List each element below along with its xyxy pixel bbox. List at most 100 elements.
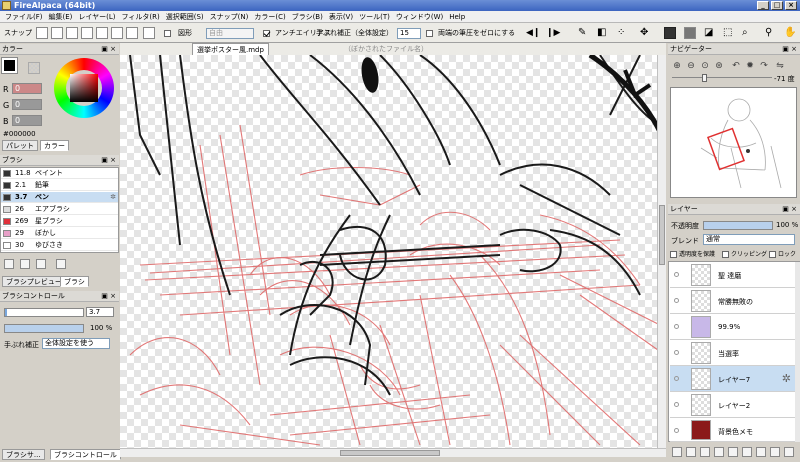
visibility-toggle[interactable]: [674, 428, 679, 433]
layer-row[interactable]: 当選率: [670, 340, 795, 366]
zero-pressure-checkbox[interactable]: [426, 29, 433, 37]
lasso-tool-icon[interactable]: ⌕: [742, 26, 748, 40]
document-tab-active[interactable]: 選挙ポスター風.mdp: [192, 43, 269, 55]
close-button[interactable]: ×: [785, 1, 797, 10]
rotate-reset-icon[interactable]: ✹: [744, 60, 756, 72]
brush-item[interactable]: 11.8 ペイント: [1, 168, 118, 179]
snap-off-icon[interactable]: [36, 27, 48, 39]
lock-toggle[interactable]: ロック: [769, 249, 796, 258]
panel-pin-close-icon[interactable]: ▣ ×: [782, 204, 797, 215]
zoom-in-icon[interactable]: ⊕: [671, 60, 683, 72]
g-value-field[interactable]: 0: [12, 99, 42, 110]
menu-snap[interactable]: スナップ(N): [207, 12, 252, 22]
maximize-button[interactable]: □: [771, 1, 783, 10]
zoom-fit-icon[interactable]: ⊙: [699, 60, 711, 72]
foreground-color-swatch[interactable]: [1, 57, 18, 74]
menu-file[interactable]: ファイル(F): [2, 12, 46, 22]
rotation-slider-thumb[interactable]: [702, 74, 707, 82]
protect-alpha-toggle[interactable]: 透明度を保護: [670, 249, 715, 258]
snap-curve-icon[interactable]: [111, 27, 123, 39]
antialias-checkbox[interactable]: [263, 29, 270, 37]
brush-item[interactable]: 29 ぼかし: [1, 228, 118, 239]
transparent-color-swatch[interactable]: [28, 62, 40, 74]
brush-item[interactable]: 30 ゆびさき: [1, 240, 118, 251]
shape-toggle[interactable]: [164, 26, 173, 40]
visibility-toggle[interactable]: [674, 298, 679, 303]
brush-item-active[interactable]: 3.7 ペン ✲: [1, 192, 118, 203]
panel-pin-close-icon[interactable]: ▣ ×: [782, 44, 797, 55]
visibility-toggle[interactable]: [674, 350, 679, 355]
brush-size-value[interactable]: 3.7: [86, 307, 114, 317]
saturation-square[interactable]: [70, 74, 98, 102]
vertical-scrollbar[interactable]: [657, 55, 666, 448]
menu-layer[interactable]: レイヤー(L): [75, 12, 118, 22]
zoom-actual-icon[interactable]: ⊛: [713, 60, 725, 72]
visibility-toggle[interactable]: [674, 272, 679, 277]
brush-folder-icon[interactable]: [20, 259, 30, 269]
hand-tool-icon[interactable]: ✋: [784, 26, 796, 40]
rotate-right-icon[interactable]: ↷: [758, 60, 770, 72]
snap-radial-icon[interactable]: [81, 27, 93, 39]
fill-rect-icon[interactable]: [664, 27, 676, 39]
brush-size-slider[interactable]: [4, 308, 84, 317]
snap-3d-icon[interactable]: [126, 27, 138, 39]
antialias-toggle[interactable]: [263, 26, 272, 40]
menu-tool[interactable]: ツール(T): [356, 12, 393, 22]
navigator-preview[interactable]: [670, 87, 797, 198]
flip-horizontal-icon[interactable]: ⇋: [774, 60, 786, 72]
shape-select[interactable]: 自由: [206, 26, 254, 40]
clear-layer-icon[interactable]: [756, 447, 766, 457]
gear-icon[interactable]: ✲: [110, 192, 116, 203]
panel-pin-close-icon[interactable]: ▣ ×: [101, 291, 116, 302]
shape-checkbox[interactable]: [164, 29, 171, 37]
zoom-out-icon[interactable]: ⊖: [685, 60, 697, 72]
horizontal-scroll-thumb[interactable]: [340, 450, 440, 456]
drawing-canvas[interactable]: [120, 55, 666, 448]
eraser-tool-icon[interactable]: ◧: [597, 26, 606, 40]
select-tool-icon[interactable]: ⬚: [723, 26, 732, 40]
tab-brush[interactable]: ブラシ: [60, 276, 89, 287]
menu-selection[interactable]: 選択範囲(S): [163, 12, 207, 22]
zero-pressure-toggle[interactable]: [426, 26, 435, 40]
minimize-button[interactable]: _: [757, 1, 769, 10]
layer-row-active[interactable]: レイヤー7 ✲: [670, 366, 795, 392]
tab-brush-preview[interactable]: ブラシプレビュー: [2, 276, 66, 287]
layer-scrollbar[interactable]: [795, 262, 800, 442]
merge-down-icon[interactable]: [742, 447, 752, 457]
layer-row[interactable]: 聖 達磨: [670, 262, 795, 288]
layer-row[interactable]: レイヤー2: [670, 392, 795, 418]
rotation-slider[interactable]: [672, 74, 772, 83]
visibility-toggle[interactable]: [674, 402, 679, 407]
duplicate-layer-icon[interactable]: [728, 447, 738, 457]
trash-icon[interactable]: [770, 447, 780, 457]
horizontal-scrollbar[interactable]: [120, 448, 666, 457]
snap-parallel-icon[interactable]: [51, 27, 63, 39]
panel-pin-close-icon[interactable]: ▣ ×: [101, 44, 116, 55]
bucket-tool-icon[interactable]: ◪: [704, 26, 713, 40]
snap-settings-icon[interactable]: [143, 27, 155, 39]
brush-item[interactable]: 2.1 鉛筆: [1, 180, 118, 191]
trash-icon[interactable]: [56, 259, 66, 269]
brush-stabilizer-select[interactable]: 全体設定を使う: [42, 338, 110, 349]
stabilizer-select[interactable]: 15: [397, 26, 421, 40]
vertical-scroll-thumb[interactable]: [659, 205, 665, 265]
search-icon[interactable]: ⚲: [765, 26, 772, 40]
layer-row[interactable]: 背景色メモ: [670, 418, 795, 442]
tab-palette[interactable]: パレット: [2, 140, 38, 151]
visibility-toggle[interactable]: [674, 324, 679, 329]
layer-settings-icon[interactable]: [784, 447, 794, 457]
menu-edit[interactable]: 編集(E): [46, 12, 76, 22]
move-tool-icon[interactable]: ✥: [640, 26, 648, 40]
prev-icon[interactable]: ◀❙: [526, 26, 540, 40]
snap-circle-icon[interactable]: [96, 27, 108, 39]
snap-cross-icon[interactable]: [66, 27, 78, 39]
visibility-toggle[interactable]: [674, 376, 679, 381]
blend-select[interactable]: 通常: [703, 234, 795, 245]
brush-opacity-slider[interactable]: [4, 324, 84, 333]
tab-brush-size[interactable]: ブラシサ...: [2, 449, 45, 460]
document-tab-other[interactable]: （ぼかされたファイル名）: [340, 43, 432, 55]
clipping-toggle[interactable]: クリッピング: [722, 249, 767, 258]
color-wheel[interactable]: [54, 58, 114, 118]
layer-row[interactable]: 99.9%: [670, 314, 795, 340]
new-brush-icon[interactable]: [4, 259, 14, 269]
